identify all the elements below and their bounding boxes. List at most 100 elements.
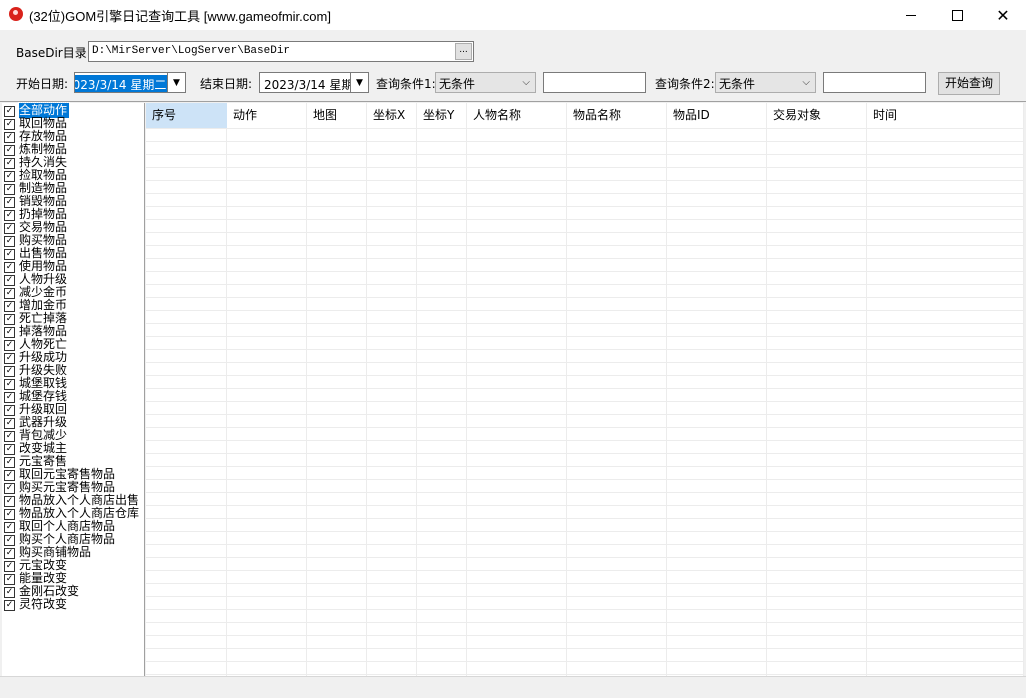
start-query-button[interactable]: 开始查询 (938, 72, 1000, 95)
checkbox-checked-icon[interactable]: ✓ (4, 600, 15, 611)
checkbox-checked-icon[interactable]: ✓ (4, 431, 15, 442)
grid-row-line (146, 219, 1024, 220)
grid-row-line (146, 323, 1024, 324)
grid-row-line (146, 232, 1024, 233)
column-header[interactable]: 物品名称 (567, 103, 667, 128)
grid-row-line (146, 531, 1024, 532)
checkbox-checked-icon[interactable]: ✓ (4, 366, 15, 377)
grid-row-line (146, 349, 1024, 350)
grid-row-line (146, 388, 1024, 389)
checkbox-checked-icon[interactable]: ✓ (4, 509, 15, 520)
grid-row-line (146, 622, 1024, 623)
cond1-value: 无条件 (439, 77, 476, 91)
grid-row-line (146, 570, 1024, 571)
grid-row-line (146, 336, 1024, 337)
chevron-down-icon[interactable]: ▼ (350, 73, 368, 92)
checkbox-checked-icon[interactable]: ✓ (4, 418, 15, 429)
grid-row-line (146, 583, 1024, 584)
checkbox-checked-icon[interactable]: ✓ (4, 145, 15, 156)
maximize-button[interactable] (934, 0, 980, 30)
checkbox-checked-icon[interactable]: ✓ (4, 522, 15, 533)
checkbox-checked-icon[interactable]: ✓ (4, 314, 15, 325)
action-checkbox-item[interactable]: ✓ 灵符改变 (4, 597, 144, 612)
column-header[interactable]: 坐标X (367, 103, 417, 128)
checkbox-checked-icon[interactable]: ✓ (4, 184, 15, 195)
checkbox-checked-icon[interactable]: ✓ (4, 223, 15, 234)
checkbox-checked-icon[interactable]: ✓ (4, 262, 15, 273)
checkbox-checked-icon[interactable]: ✓ (4, 210, 15, 221)
checkbox-checked-icon[interactable]: ✓ (4, 574, 15, 585)
status-bar (0, 676, 1026, 698)
checkbox-checked-icon[interactable]: ✓ (4, 236, 15, 247)
checkbox-checked-icon[interactable]: ✓ (4, 379, 15, 390)
close-button[interactable]: ✕ (980, 0, 1026, 30)
cond1-select[interactable]: 无条件 ⌵ (435, 72, 536, 93)
checkbox-checked-icon[interactable]: ✓ (4, 275, 15, 286)
checkbox-checked-icon[interactable]: ✓ (4, 405, 15, 416)
checkbox-checked-icon[interactable]: ✓ (4, 392, 15, 403)
column-header[interactable]: 动作 (227, 103, 307, 128)
grid-column (867, 103, 1024, 676)
grid-row-line (146, 648, 1024, 649)
grid-row-line (146, 193, 1024, 194)
checkbox-checked-icon[interactable]: ✓ (4, 470, 15, 481)
checkbox-checked-icon[interactable]: ✓ (4, 301, 15, 312)
grid-row-line (146, 141, 1024, 142)
grid-row-line (146, 609, 1024, 610)
grid-column (307, 103, 367, 676)
browse-button[interactable]: ... (455, 43, 472, 60)
cond1-input[interactable] (543, 72, 646, 93)
column-header[interactable]: 物品ID (667, 103, 767, 128)
grid-row-line (146, 518, 1024, 519)
grid-row-line (146, 427, 1024, 428)
column-header[interactable]: 地图 (307, 103, 367, 128)
grid-row-line (146, 414, 1024, 415)
checkbox-checked-icon[interactable]: ✓ (4, 132, 15, 143)
grid-row-line (146, 401, 1024, 402)
checkbox-checked-icon[interactable]: ✓ (4, 119, 15, 130)
minimize-icon (906, 14, 916, 16)
cond1-label: 查询条件1: (376, 77, 436, 91)
column-header[interactable]: 坐标Y (417, 103, 467, 128)
checkbox-checked-icon[interactable]: ✓ (4, 535, 15, 546)
grid-row-line (146, 128, 1024, 129)
checkbox-checked-icon[interactable]: ✓ (4, 340, 15, 351)
start-date-picker[interactable]: 2023/3/14 星期二 ▼ (74, 72, 186, 93)
basedir-input[interactable]: D:\MirServer\LogServer\BaseDir (88, 41, 474, 62)
chevron-down-icon[interactable]: ▼ (167, 73, 185, 92)
close-icon: ✕ (996, 5, 1010, 25)
checkbox-checked-icon[interactable]: ✓ (4, 483, 15, 494)
grid-column (367, 103, 417, 676)
checkbox-checked-icon[interactable]: ✓ (4, 197, 15, 208)
checkbox-checked-icon[interactable]: ✓ (4, 249, 15, 260)
checkbox-checked-icon[interactable]: ✓ (4, 457, 15, 468)
checkbox-checked-icon[interactable]: ✓ (4, 587, 15, 598)
checkbox-checked-icon[interactable]: ✓ (4, 548, 15, 559)
checkbox-checked-icon[interactable]: ✓ (4, 327, 15, 338)
grid-row-line (146, 596, 1024, 597)
grid-column (146, 103, 227, 676)
checkbox-checked-icon[interactable]: ✓ (4, 353, 15, 364)
cond2-value: 无条件 (719, 77, 756, 91)
grid-row-line (146, 154, 1024, 155)
cond2-label: 查询条件2: (655, 77, 715, 91)
app-icon (9, 7, 23, 21)
checkbox-checked-icon[interactable]: ✓ (4, 158, 15, 169)
grid-row-line (146, 635, 1024, 636)
column-header[interactable]: 时间 (867, 103, 1024, 128)
checkbox-checked-icon[interactable]: ✓ (4, 288, 15, 299)
checkbox-checked-icon[interactable]: ✓ (4, 496, 15, 507)
checkbox-checked-icon[interactable]: ✓ (4, 561, 15, 572)
minimize-button[interactable] (888, 0, 934, 30)
end-date-picker[interactable]: 2023/3/14 星期二 ▼ (259, 72, 369, 93)
checkbox-checked-icon[interactable]: ✓ (4, 444, 15, 455)
cond2-select[interactable]: 无条件 ⌵ (715, 72, 816, 93)
checkbox-checked-icon[interactable]: ✓ (4, 171, 15, 182)
column-header[interactable]: 交易对象 (767, 103, 867, 128)
checkbox-checked-icon[interactable]: ✓ (4, 106, 15, 117)
grid-row-line (146, 245, 1024, 246)
column-header[interactable]: 人物名称 (467, 103, 567, 128)
column-header[interactable]: 序号 (146, 103, 227, 128)
cond2-input[interactable] (823, 72, 926, 93)
action-label: 灵符改变 (19, 597, 68, 611)
